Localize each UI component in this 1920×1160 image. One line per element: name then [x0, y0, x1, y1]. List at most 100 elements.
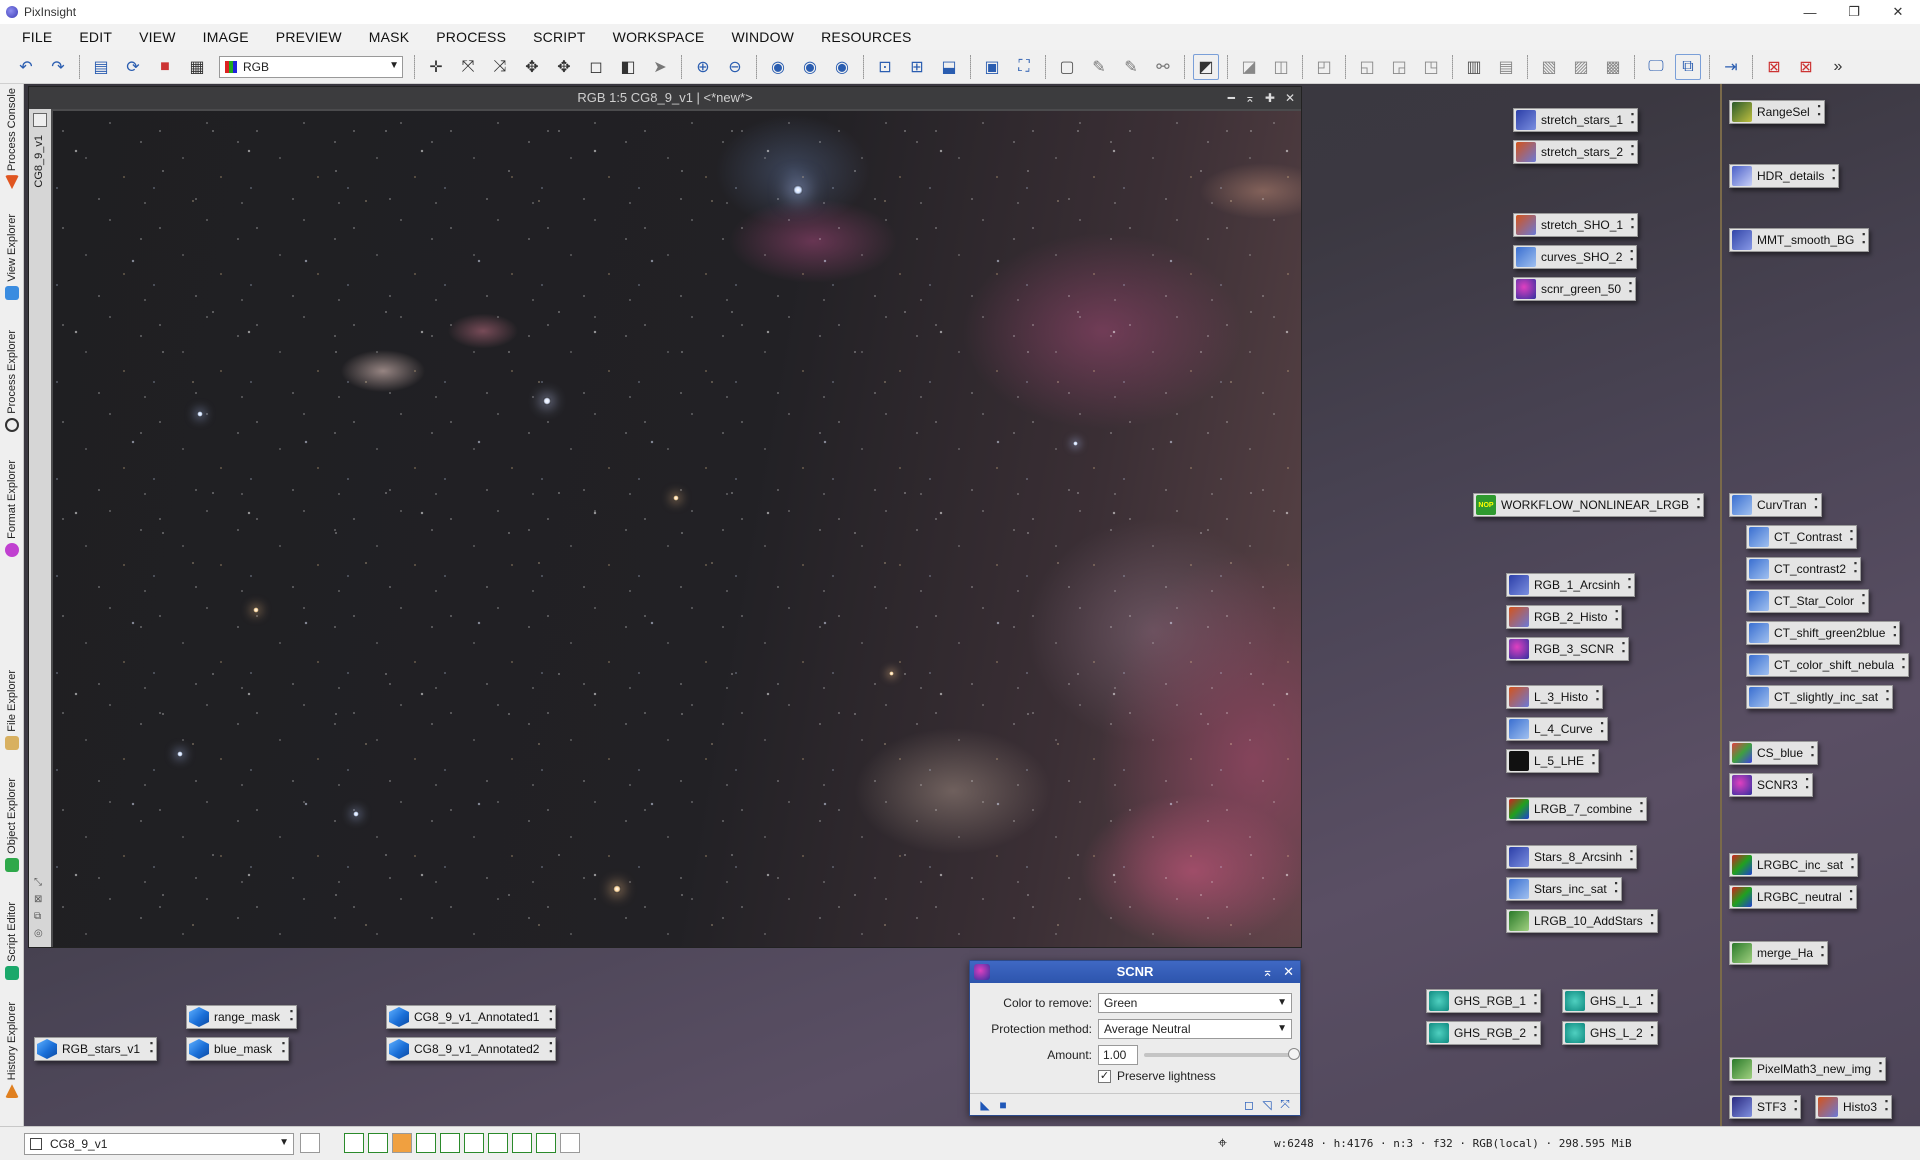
channel-select[interactable]: RGB ▼	[219, 55, 403, 78]
process-icon-stf3[interactable]: STF3 ▪ ▪	[1729, 1095, 1802, 1119]
view-tab-label[interactable]: CG8_9_v1	[33, 135, 45, 188]
reset-icon[interactable]: ⤧	[1276, 1096, 1294, 1114]
panel-icon[interactable]: ▥	[1461, 54, 1487, 80]
process-icon-ct-star-color[interactable]: CT_Star_Color ▪ ▪	[1746, 589, 1870, 613]
pointer-icon[interactable]: ➤	[647, 54, 673, 80]
pan-icon[interactable]: ✥	[551, 54, 577, 80]
history2-icon[interactable]: ◲	[1386, 54, 1412, 80]
close-all-icon[interactable]: ⊠	[1793, 54, 1819, 80]
preview-icon[interactable]: ◧	[615, 54, 641, 80]
process-icon-stretch-stars-2[interactable]: stretch_stars_2 ▪ ▪	[1513, 140, 1639, 164]
restore-button[interactable]: ❐	[1832, 0, 1876, 24]
process-icon-rgb-2-histo[interactable]: RGB_2_Histo ▪ ▪	[1506, 605, 1623, 629]
tab-history-explorer[interactable]: History Explorer	[0, 1002, 24, 1099]
process-icon-lrgbc-neutral[interactable]: LRGBC_neutral ▪ ▪	[1729, 885, 1857, 909]
menu-image[interactable]: IMAGE	[193, 29, 266, 45]
image-icon-annotated1[interactable]: CG8_9_v1_Annotated1 ▪ ▪	[386, 1005, 557, 1029]
menu-window[interactable]: WINDOW	[721, 29, 811, 45]
process-icon-ghs-rgb-1[interactable]: GHS_RGB_1 ▪ ▪	[1426, 989, 1542, 1013]
protection-method-select[interactable]: Average Neutral ▼	[1098, 1019, 1292, 1039]
mask-enable-icon[interactable]: ◰	[1311, 54, 1337, 80]
process-icon-stretch-sho-1[interactable]: stretch_SHO_1 ▪ ▪	[1513, 213, 1639, 237]
real-time-preview-icon[interactable]: ◹	[1258, 1096, 1276, 1114]
menu-script[interactable]: SCRIPT	[523, 29, 603, 45]
mask-icon[interactable]: ◩	[1193, 53, 1219, 80]
process-icon-ct-shift-green2blue[interactable]: CT_shift_green2blue ▪ ▪	[1746, 621, 1901, 645]
crosshair-icon[interactable]: ✛	[423, 54, 449, 80]
tab-file-explorer[interactable]: File Explorer	[0, 670, 24, 750]
close-icon[interactable]: ✕	[1283, 961, 1294, 983]
minimize-icon[interactable]: ━	[1228, 87, 1235, 109]
rgb-channels-icon[interactable]: ▦	[184, 54, 210, 80]
preview-9-icon[interactable]	[536, 1133, 556, 1153]
process-icon-ct-contrast2[interactable]: CT_contrast2 ▪ ▪	[1746, 557, 1862, 581]
process-icon-histo3[interactable]: Histo3 ▪ ▪	[1815, 1095, 1893, 1119]
shade-icon[interactable]: ⌅	[1262, 961, 1273, 983]
preview-8-icon[interactable]	[512, 1133, 532, 1153]
edit-icon[interactable]: ✎	[1086, 54, 1112, 80]
zoom-3-icon[interactable]: ◉	[829, 54, 855, 80]
stf2-icon[interactable]: ▨	[1568, 54, 1594, 80]
image-window[interactable]: RGB 1:5 CG8_9_v1 | <*new*> ━ ⌅ ✚ ✕ CG8_9…	[28, 86, 1302, 948]
edit2-icon[interactable]: ✎	[1118, 54, 1144, 80]
shade-icon[interactable]: ⌅	[1245, 87, 1255, 109]
fit-view-icon[interactable]: ⊡	[872, 54, 898, 80]
process-icon-ct-color-shift-nebula[interactable]: CT_color_shift_nebula ▪ ▪	[1746, 653, 1910, 677]
close-icon[interactable]: ✕	[1285, 87, 1295, 109]
menu-workspace[interactable]: WORKSPACE	[603, 29, 722, 45]
move-icon[interactable]: ✥	[519, 54, 545, 80]
tab-script-editor[interactable]: Script Editor	[0, 902, 24, 980]
process-icon-rgb-3-scnr[interactable]: RGB_3_SCNR ▪ ▪	[1506, 637, 1630, 661]
color-to-remove-select[interactable]: Green ▼	[1098, 993, 1292, 1013]
process-icon-cs-blue[interactable]: CS_blue ▪ ▪	[1729, 741, 1819, 765]
close-view-icon[interactable]: ⊠	[1761, 54, 1787, 80]
process-icon-rgb-1-arcsinh[interactable]: RGB_1_Arcsinh ▪ ▪	[1506, 573, 1636, 597]
process-icon-stretch-stars-1[interactable]: stretch_stars_1 ▪ ▪	[1513, 108, 1639, 132]
shrink-icon[interactable]: ⤨	[487, 54, 513, 80]
menu-process[interactable]: PROCESS	[426, 29, 523, 45]
amount-input[interactable]: 1.00	[1098, 1045, 1138, 1065]
menu-resources[interactable]: RESOURCES	[811, 29, 928, 45]
process-icon-rangesel[interactable]: RangeSel ▪ ▪	[1729, 100, 1825, 124]
preview-2-icon[interactable]	[368, 1133, 388, 1153]
image-icon-blue-mask[interactable]: blue_mask ▪ ▪	[186, 1037, 290, 1061]
select-icon[interactable]: ◻	[583, 54, 609, 80]
process-icon-ghs-l-2[interactable]: GHS_L_2 ▪ ▪	[1562, 1021, 1658, 1045]
image-icon-rgb-stars-v1[interactable]: RGB_stars_v1 ▪ ▪	[34, 1037, 158, 1061]
history-icon[interactable]: ◱	[1354, 54, 1380, 80]
zoom-2-icon[interactable]: ◉	[797, 54, 823, 80]
maximize-icon[interactable]: ✚	[1265, 87, 1275, 109]
process-icon-l-5-lhe[interactable]: L_5_LHE ▪ ▪	[1506, 749, 1600, 773]
tab-view-explorer[interactable]: View Explorer	[0, 214, 24, 300]
new-instance-icon[interactable]: ◣	[976, 1096, 994, 1114]
window-icon[interactable]: ▣	[979, 54, 1005, 80]
preview-4-icon[interactable]	[416, 1133, 436, 1153]
close-button[interactable]: ✕	[1876, 0, 1920, 24]
stf3-icon[interactable]: ▩	[1600, 54, 1626, 80]
screen-icon[interactable]: ⧉	[1675, 53, 1701, 80]
scnr-dialog[interactable]: SCNR ⌅ ✕ Color to remove: Green ▼ Protec…	[969, 960, 1301, 1116]
preview-1-icon[interactable]	[344, 1133, 364, 1153]
link-icon[interactable]: ⚯	[1150, 54, 1176, 80]
process-icon-scnr3[interactable]: SCNR3 ▪ ▪	[1729, 773, 1813, 797]
menu-file[interactable]: FILE	[12, 29, 69, 45]
panel2-icon[interactable]: ▤	[1493, 54, 1519, 80]
window-fit-icon[interactable]: ⛶	[1011, 54, 1037, 80]
process-icon-scnr-green-50[interactable]: scnr_green_50 ▪ ▪	[1513, 277, 1637, 301]
process-icon-ghs-l-1[interactable]: GHS_L_1 ▪ ▪	[1562, 989, 1658, 1013]
preview-5-icon[interactable]	[440, 1133, 460, 1153]
process-icon-ct-slightly-inc-sat[interactable]: CT_slightly_inc_sat ▪ ▪	[1746, 685, 1894, 709]
zoom-to-fit-icon[interactable]: ⬓	[936, 54, 962, 80]
fit-window-icon[interactable]: ⊞	[904, 54, 930, 80]
process-icon-l-4-curve[interactable]: L_4_Curve ▪ ▪	[1506, 717, 1608, 741]
image-icon-range-mask[interactable]: range_mask ▪ ▪	[186, 1005, 298, 1029]
process-icon-mmt-smooth-bg[interactable]: MMT_smooth_BG ▪ ▪	[1729, 228, 1870, 252]
history3-icon[interactable]: ◳	[1418, 54, 1444, 80]
process-icon-curves-sho-2[interactable]: curves_SHO_2 ▪ ▪	[1513, 245, 1638, 269]
preview-10-icon[interactable]	[560, 1133, 580, 1153]
mask-show-icon[interactable]: ◪	[1236, 54, 1262, 80]
tab-process-explorer[interactable]: Process Explorer	[0, 330, 24, 432]
menu-edit[interactable]: EDIT	[69, 29, 129, 45]
zoom-fit-icon[interactable]: ⤧	[455, 54, 481, 80]
tab-object-explorer[interactable]: Object Explorer	[0, 778, 24, 872]
